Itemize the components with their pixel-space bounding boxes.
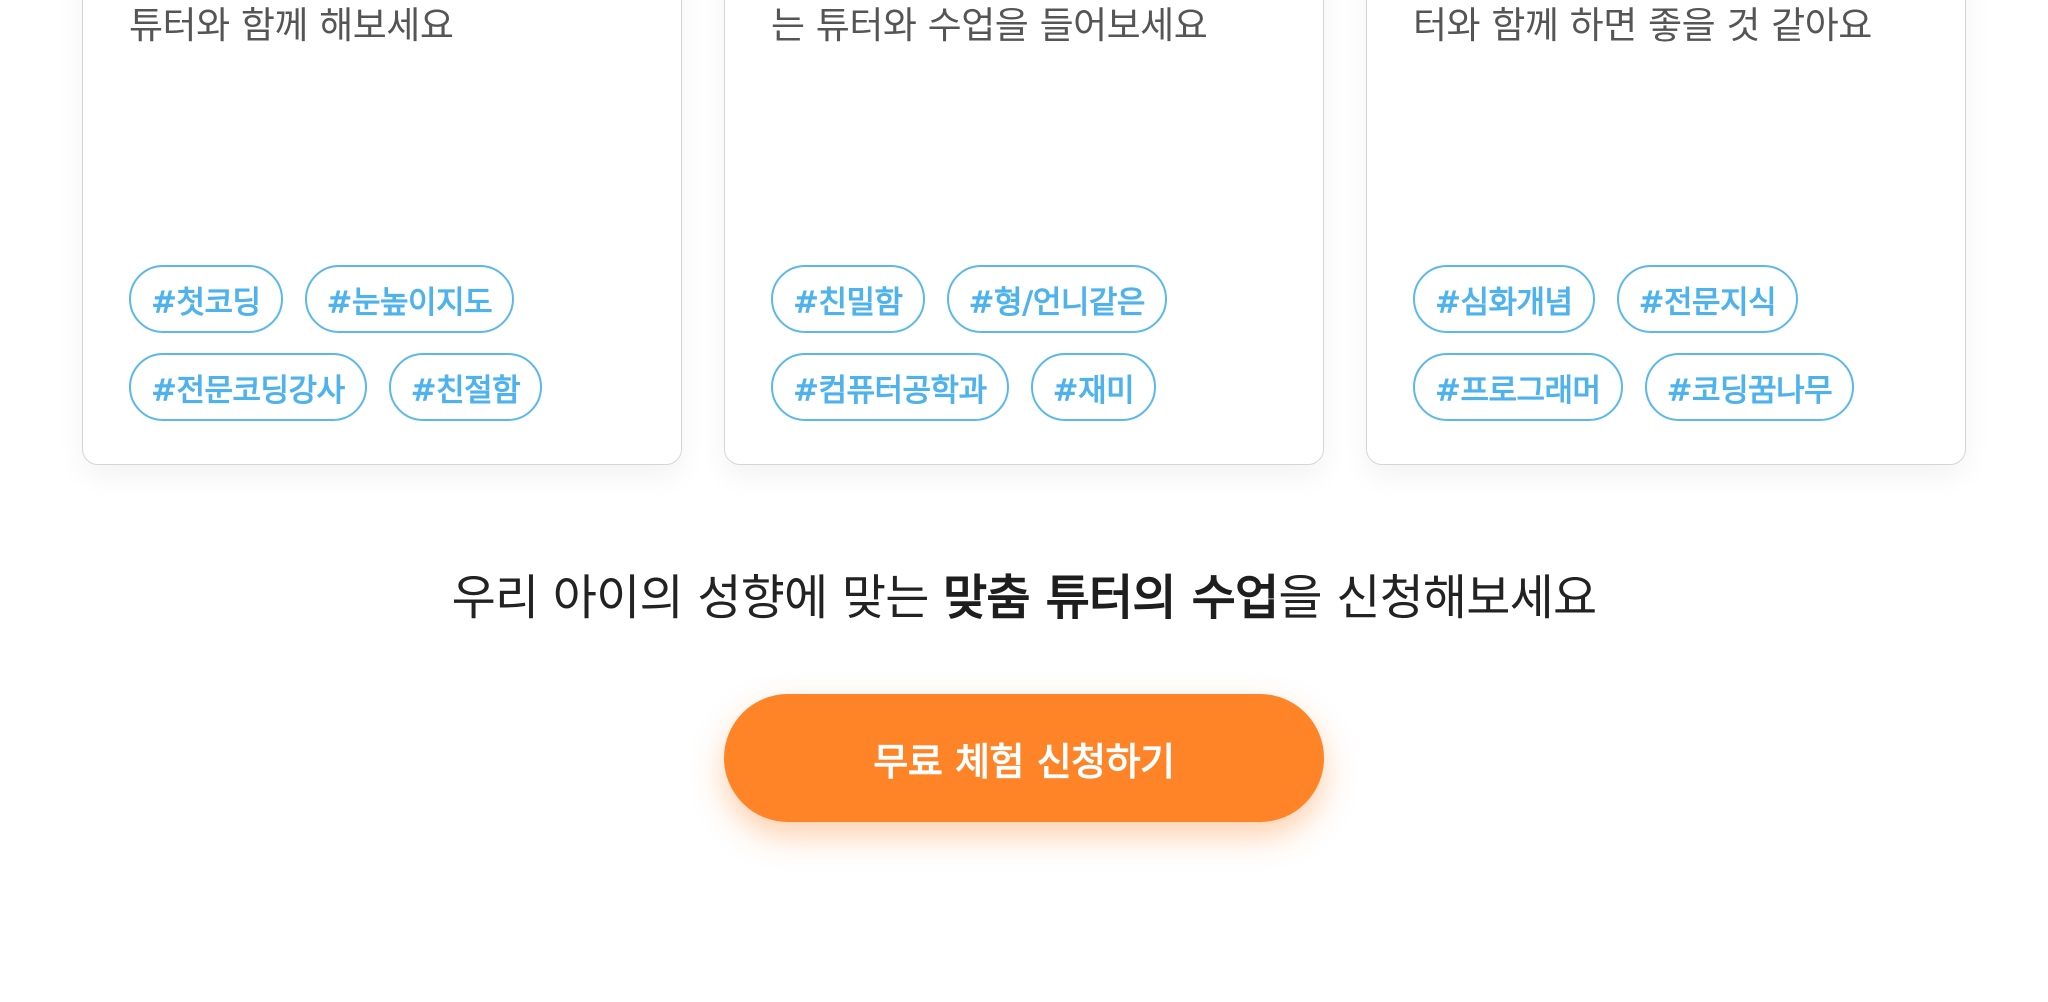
tutor-card-description: 는 튜터와 수업을 들어보세요 bbox=[771, 4, 1208, 47]
hashtag: #첫코딩 bbox=[129, 265, 283, 333]
tutor-card-description: 튜터와 함께 해보세요 bbox=[129, 4, 454, 47]
tutor-card-description: 터와 함께 하면 좋을 것 같아요 bbox=[1413, 4, 1872, 47]
tag-list: #심화개념 #전문지식 #프로그래머 #코딩꿈나무 bbox=[1413, 265, 1953, 441]
cta-message-suffix: 을 신청해보세요 bbox=[1278, 570, 1597, 626]
hashtag: #재미 bbox=[1030, 353, 1157, 421]
hashtag: #컴퓨터공학과 bbox=[771, 353, 1009, 421]
tutor-cards: 튜터와 함께 해보세요 #첫코딩 #눈높이지도 #전문코딩강사 #친절함 는 튜… bbox=[82, 0, 1966, 467]
cta-message-prefix: 우리 아이의 성향에 맞는 bbox=[451, 570, 944, 626]
free-trial-button[interactable]: 무료 체험 신청하기 bbox=[724, 694, 1324, 822]
hashtag: #전문지식 bbox=[1616, 265, 1799, 333]
hashtag: #형/언니같은 bbox=[946, 265, 1167, 333]
hashtag: #프로그래머 bbox=[1413, 353, 1623, 421]
tag-list: #친밀함 #형/언니같은 #컴퓨터공학과 #재미 bbox=[771, 265, 1311, 441]
cta-message: 우리 아이의 성향에 맞는 맞춤 튜터의 수업을 신청해보세요 bbox=[0, 566, 2048, 630]
tag-row: #컴퓨터공학과 #재미 bbox=[771, 353, 1311, 421]
tutor-card: 는 튜터와 수업을 들어보세요 #친밀함 #형/언니같은 #컴퓨터공학과 #재미 bbox=[724, 0, 1324, 465]
tag-row: #친밀함 #형/언니같은 bbox=[771, 265, 1311, 333]
cta-message-highlight: 맞춤 튜터의 수업 bbox=[943, 570, 1279, 626]
tag-row: #프로그래머 #코딩꿈나무 bbox=[1413, 353, 1953, 421]
tag-row: #첫코딩 #눈높이지도 bbox=[129, 265, 669, 333]
hashtag: #친절함 bbox=[388, 353, 543, 421]
hashtag: #전문코딩강사 bbox=[129, 353, 367, 421]
hashtag: #친밀함 bbox=[771, 265, 925, 333]
hashtag: #심화개념 bbox=[1413, 265, 1595, 333]
tag-row: #심화개념 #전문지식 bbox=[1413, 265, 1953, 333]
hashtag: #눈높이지도 bbox=[304, 265, 515, 333]
tag-row: #전문코딩강사 #친절함 bbox=[129, 353, 669, 421]
tutor-card: 튜터와 함께 해보세요 #첫코딩 #눈높이지도 #전문코딩강사 #친절함 bbox=[82, 0, 682, 465]
tag-list: #첫코딩 #눈높이지도 #전문코딩강사 #친절함 bbox=[129, 265, 669, 441]
tutor-card: 터와 함께 하면 좋을 것 같아요 #심화개념 #전문지식 #프로그래머 #코딩… bbox=[1366, 0, 1966, 465]
hashtag: #코딩꿈나무 bbox=[1644, 353, 1855, 421]
